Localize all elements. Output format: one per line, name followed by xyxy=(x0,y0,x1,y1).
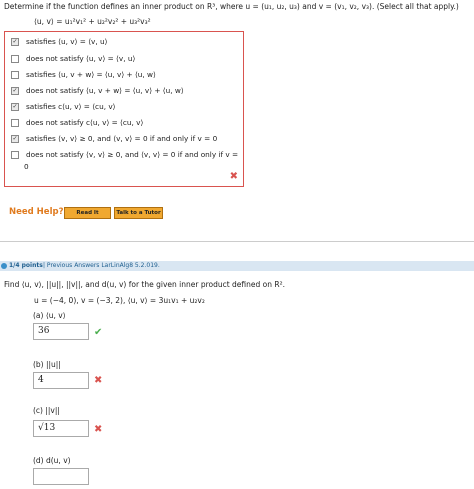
checkbox-checked-icon[interactable]: ✓ xyxy=(11,38,19,46)
check-icon: ✔ xyxy=(94,327,103,338)
close-icon: ✖ xyxy=(94,424,103,435)
talk-tutor-button[interactable]: Talk to a Tutor xyxy=(114,207,163,219)
checkbox-icon[interactable] xyxy=(11,71,19,79)
question1-formula: ⟨u, v⟩ = u₁²v₁² + u₂²v₂² + u₃²v₃² xyxy=(34,17,151,26)
checkbox-checked-icon[interactable]: ✓ xyxy=(11,103,19,111)
option-2[interactable]: does not satisfy ⟨u, v⟩ = ⟨v, u⟩ xyxy=(11,54,135,63)
part-c-answer-input[interactable]: √13 xyxy=(33,420,89,437)
option-7[interactable]: ✓ satisfies ⟨v, v⟩ ≥ 0, and ⟨v, v⟩ = 0 if… xyxy=(11,134,217,143)
part-d-answer-input[interactable] xyxy=(33,468,89,485)
option-5[interactable]: ✓ satisfies c⟨u, v⟩ = ⟨cu, v⟩ xyxy=(11,102,116,111)
close-icon: ✖ xyxy=(229,171,238,182)
divider xyxy=(0,241,474,242)
options-box: ✓ satisfies ⟨u, v⟩ = ⟨v, u⟩ does not sati… xyxy=(4,31,244,187)
points-label: 1/4 points xyxy=(9,262,43,269)
checkbox-icon[interactable] xyxy=(11,119,19,127)
part-a-answer-input[interactable]: 36 xyxy=(33,323,89,340)
status-dot-icon xyxy=(1,263,7,269)
option-8-continued: 0 xyxy=(24,162,29,171)
checkbox-checked-icon[interactable]: ✓ xyxy=(11,87,19,95)
close-icon: ✖ xyxy=(94,375,103,386)
checkbox-checked-icon[interactable]: ✓ xyxy=(11,135,19,143)
option-1[interactable]: ✓ satisfies ⟨u, v⟩ = ⟨v, u⟩ xyxy=(11,37,107,46)
checkbox-icon[interactable] xyxy=(11,55,19,63)
option-6[interactable]: does not satisfy c⟨u, v⟩ = ⟨cu, v⟩ xyxy=(11,118,143,127)
question2-prompt: Find ⟨u, v⟩, ||u||, ||v||, and d(u, v) f… xyxy=(4,280,285,289)
checkbox-icon[interactable] xyxy=(11,151,19,159)
option-8[interactable]: does not satisfy ⟨v, v⟩ ≥ 0, and ⟨v, v⟩ … xyxy=(11,150,238,159)
option-3[interactable]: satisfies ⟨u, v + w⟩ = ⟨u, v⟩ + ⟨u, w⟩ xyxy=(11,70,156,79)
question2-given: u = (−4, 0), v = (−3, 2), ⟨u, v⟩ = 3u₁v₁… xyxy=(34,296,205,305)
part-d-label: (d) d(u, v) xyxy=(33,456,71,465)
part-c-label: (c) ||v|| xyxy=(33,406,60,415)
part-b-answer-input[interactable]: 4 xyxy=(33,372,89,389)
option-4[interactable]: ✓ does not satisfy ⟨u, v + w⟩ = ⟨u, v⟩ + … xyxy=(11,86,184,95)
question2-meta[interactable]: | Previous Answers LarLinAlg8 5.2.019. xyxy=(43,262,160,269)
read-it-button[interactable]: Read It xyxy=(64,207,111,219)
part-b-label: (b) ||u|| xyxy=(33,360,61,369)
question1-prompt: Determine if the function defines an inn… xyxy=(4,2,459,11)
part-a-label: (a) ⟨u, v⟩ xyxy=(33,311,66,320)
question2-header-bar: 1/4 points | Previous Answers LarLinAlg8… xyxy=(0,261,474,271)
need-help-label: Need Help? xyxy=(9,207,64,217)
